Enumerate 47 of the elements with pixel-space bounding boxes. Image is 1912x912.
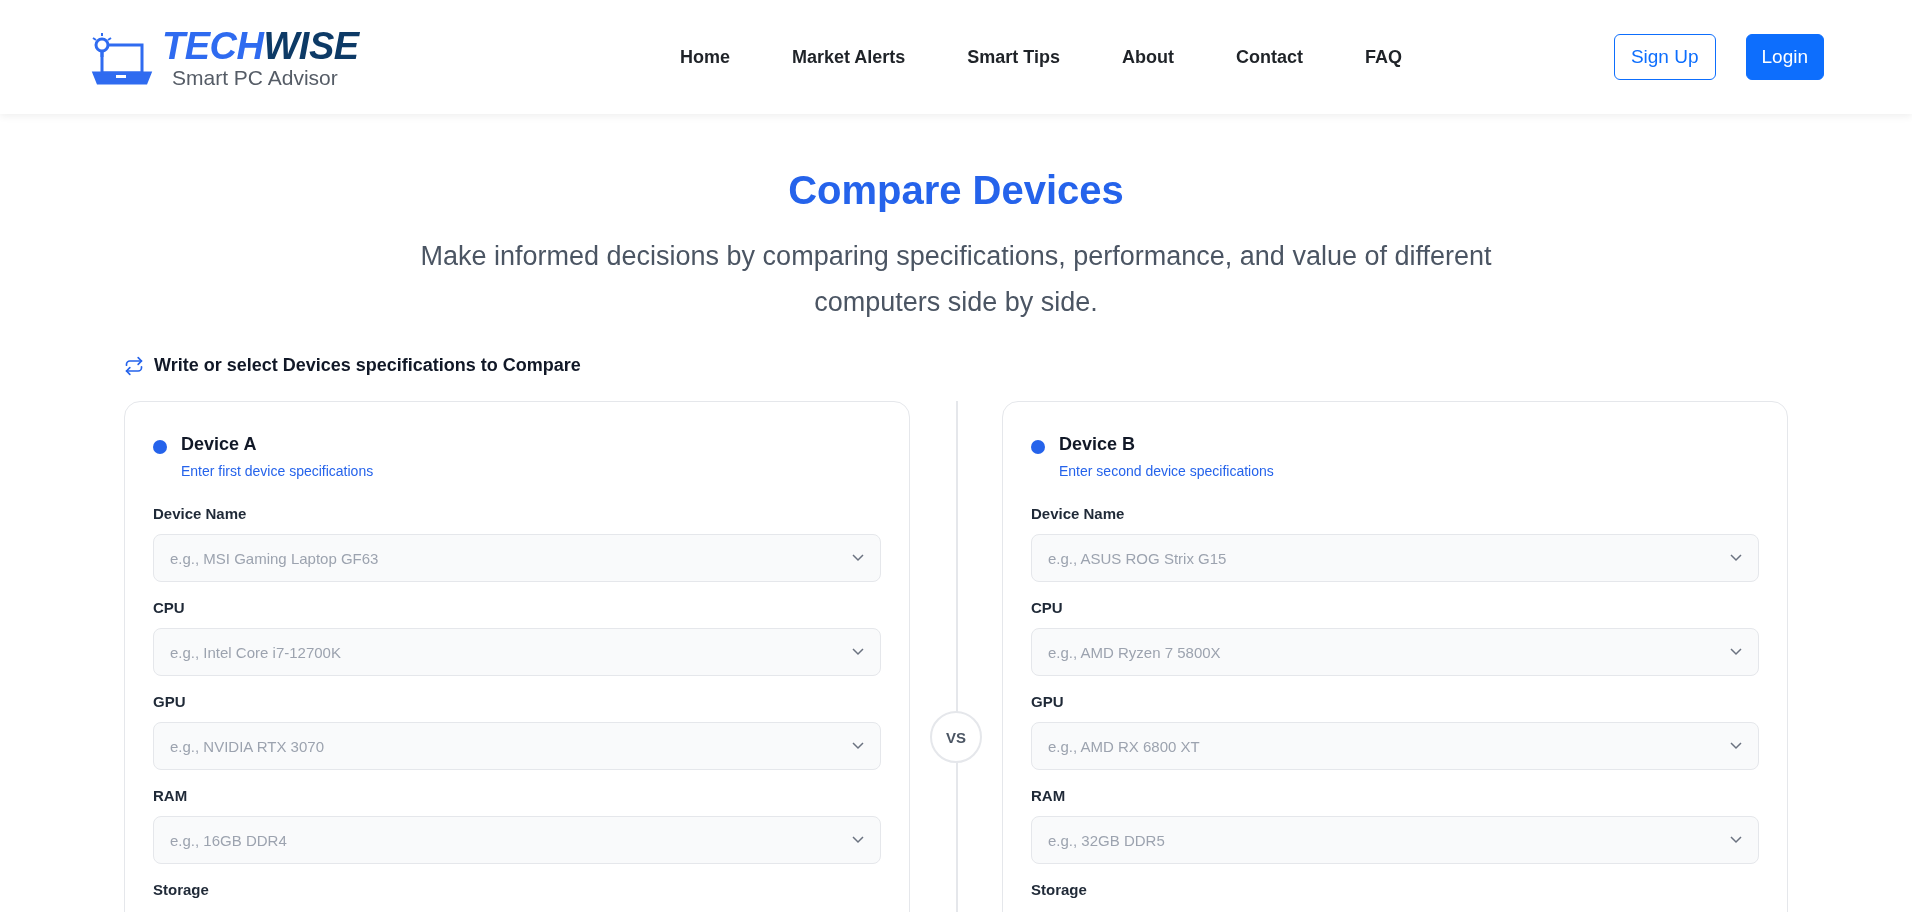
field-label: Device Name [1031,505,1126,522]
field-label: Device Name [153,505,248,522]
select-field[interactable]: e.g., NVIDIA RTX 3070 [153,722,881,770]
select-field[interactable]: e.g., 16GB DDR4 [153,816,881,864]
field-label: GPU [1031,693,1065,710]
select-field[interactable]: e.g., AMD RX 6800 XT [1031,722,1759,770]
page-title: Compare Devices [788,168,1124,213]
field-label: RAM [1031,787,1067,804]
select-field[interactable]: e.g., Intel Core i7-12700K [153,628,881,676]
device-subtitle: Enter second device specifications [1059,463,1274,479]
sign-up-button[interactable]: Sign Up [1613,34,1716,80]
nav-link[interactable]: Smart Tips [967,46,1060,68]
device-subtitle: Enter first device specifications [181,463,374,479]
field-label: GPU [153,693,187,710]
field-label: CPU [153,599,186,616]
brand-name[interactable]: TECHWISE [162,26,359,65]
chevron-down-icon [1730,742,1742,750]
login-button[interactable]: Login [1745,34,1824,80]
swap-arrows-icon [124,355,144,376]
nav-link[interactable]: Contact [1236,46,1303,68]
section-label: Write or select Devices specifications to Compare [154,355,581,376]
field-label: Storage [1031,881,1088,898]
nav-link[interactable]: About [1122,46,1174,68]
device-title: Device B [1059,434,1137,455]
select-field[interactable]: e.g., MSI Gaming Laptop GF63 [153,534,881,582]
field-label: RAM [153,787,189,804]
nav-link[interactable]: Home [679,46,730,68]
chevron-down-icon [1730,554,1742,562]
field-label: Storage [153,881,210,898]
select-field[interactable]: e.g., 32GB DDR5 [1031,816,1759,864]
select-field[interactable]: e.g., AMD Ryzen 7 5800X [1031,628,1759,676]
nav-link[interactable]: Market Alerts [791,46,906,68]
chevron-down-icon [852,836,864,844]
device-title: Device A [181,434,258,455]
field-label: CPU [1031,599,1064,616]
chevron-down-icon [852,648,864,656]
chevron-down-icon [1730,836,1742,844]
select-field[interactable]: e.g., ASUS ROG Strix G15 [1031,534,1759,582]
chevron-down-icon [1730,648,1742,656]
chevron-down-icon [852,742,864,750]
status-dot [1031,440,1045,454]
page-subtitle: Make informed decisions by comparing specifications, performance, and value of different computers side by side. [419,240,1493,319]
nav-link[interactable]: FAQ [1365,46,1402,68]
brand-tagline: Smart PC Advisor [172,66,339,88]
vs-badge: VS [930,711,982,763]
status-dot [153,440,167,454]
chevron-down-icon [852,554,864,562]
